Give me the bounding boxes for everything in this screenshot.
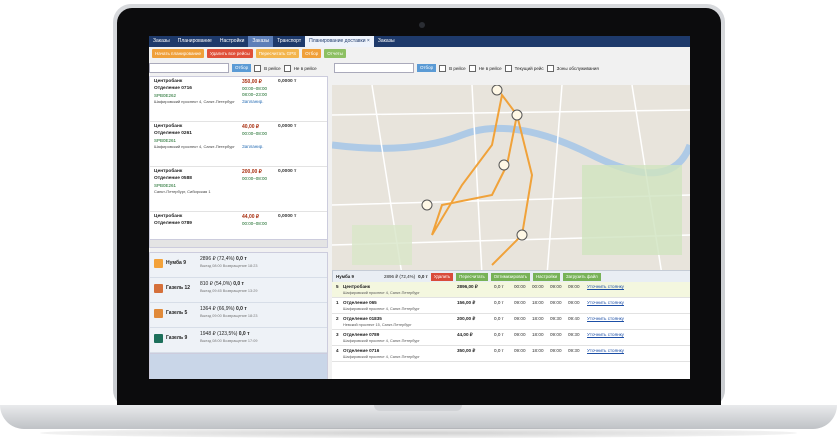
right-filter-button[interactable]: Отбор [417, 64, 437, 72]
table-row[interactable]: 3 Отделение 0789 Шафировский проспект 4, … [332, 330, 690, 346]
table-row[interactable]: 4 Отделение 0716 Шафировский проспект 4, … [332, 346, 690, 362]
tab-planning[interactable]: Планирование [174, 36, 216, 47]
delete-routes-button[interactable]: Удалить все рейсы [206, 49, 253, 58]
table-row[interactable]: 5 Центробанк Шафировский проспект 4, Санк… [332, 282, 690, 298]
truck-icon [154, 259, 163, 268]
tab-delivery-planning[interactable]: Планирование доставки × [305, 36, 374, 47]
recalc-button[interactable]: Пересчитать [456, 272, 488, 281]
vehicle-row[interactable]: Газель 5 1364 ₽ (66,9%) 0,0 т Выезд 09:0… [150, 303, 327, 328]
table-row[interactable]: 2 Отделение 01835 Невский проспект 15, Са… [332, 314, 690, 330]
tab-orders-3[interactable]: Заказы [374, 36, 399, 47]
app-screen: Заказы Планирование Настройки Заказы Тра… [149, 36, 690, 379]
list-item[interactable]: Центробанк Отделение 0261 SPB0E261 Шафир… [150, 122, 327, 167]
list-item[interactable]: Центробанк Отделение 0789 44,00 ₽ 0,0000… [150, 212, 327, 240]
delete-button[interactable]: Удалить [430, 272, 454, 281]
bottom-panel [149, 353, 328, 379]
checkbox-r-not-in-route[interactable] [468, 64, 476, 72]
stop-list: Центробанк Отделение 0716 SPB0E262 Шафир… [149, 76, 328, 241]
right-filter: Отбор В рейсе Не в рейсе Текущий рейс Зо… [334, 62, 599, 74]
checkbox-current-route[interactable] [504, 64, 512, 72]
tab-bar: Заказы Планирование Настройки Заказы Тра… [149, 36, 690, 47]
tab-settings[interactable]: Настройки [216, 36, 249, 47]
vehicle-row[interactable]: Газель 9 1948 ₽ (123,5%) 0,0 т Выезд 08:… [150, 328, 327, 353]
tab-transport[interactable]: Транспорт [273, 36, 305, 47]
left-filter: Отбор В рейсе Не в рейсе [149, 62, 317, 74]
checkbox-not-in-route[interactable] [283, 64, 291, 72]
route-table: 5 Центробанк Шафировский проспект 4, Санк… [332, 282, 690, 379]
reports-button[interactable]: Отчеты [324, 49, 346, 58]
map-canvas [332, 85, 690, 275]
tab-orders-2[interactable]: Заказы [248, 36, 274, 47]
optimize-button[interactable]: Оптимизировать [490, 272, 530, 281]
right-search-input[interactable] [334, 63, 414, 73]
laptop-shadow [40, 428, 797, 438]
truck-icon [154, 334, 163, 343]
upload-file-button[interactable]: Загрузить файл [563, 272, 601, 281]
checkbox-service-zones[interactable] [546, 64, 554, 72]
recalc-gps-button[interactable]: Пересчитать GPS [255, 49, 300, 58]
table-row[interactable]: 1 Отделение 065 Шафировский проспект 4, С… [332, 298, 690, 314]
start-planning-button[interactable]: Начать планирование [152, 49, 204, 58]
route-map[interactable] [332, 85, 690, 275]
left-filter-button[interactable]: Отбор [232, 64, 252, 72]
settings-button[interactable]: Настройки [532, 272, 561, 281]
list-item[interactable]: Центробанк Отделение 0588 SPB0E261 Санкт… [150, 167, 327, 212]
left-search-input[interactable] [149, 63, 229, 73]
horizontal-scrollbar[interactable] [149, 239, 328, 248]
laptop-notch [374, 405, 462, 411]
tab-orders[interactable]: Заказы [149, 36, 174, 47]
checkbox-in-route[interactable] [254, 64, 262, 72]
camera-icon [419, 22, 425, 28]
checkbox-r-in-route[interactable] [439, 64, 447, 72]
vehicle-row[interactable]: Нумба 9 2896 ₽ (72,4%) 0,0 т Выезд 08:00… [150, 253, 327, 278]
list-item[interactable]: Центробанк Отделение 0716 SPB0E262 Шафир… [150, 77, 327, 122]
filter-button[interactable]: Отбор [302, 49, 322, 58]
vehicle-list: Нумба 9 2896 ₽ (72,4%) 0,0 т Выезд 08:00… [149, 252, 328, 354]
truck-icon [154, 284, 163, 293]
truck-icon [154, 309, 163, 318]
toolbar: Начать планирование Удалить все рейсы Пе… [149, 49, 690, 61]
vehicle-row[interactable]: Газель 12 810 ₽ (54,0%) 0,0 т Выезд 09:4… [150, 278, 327, 303]
